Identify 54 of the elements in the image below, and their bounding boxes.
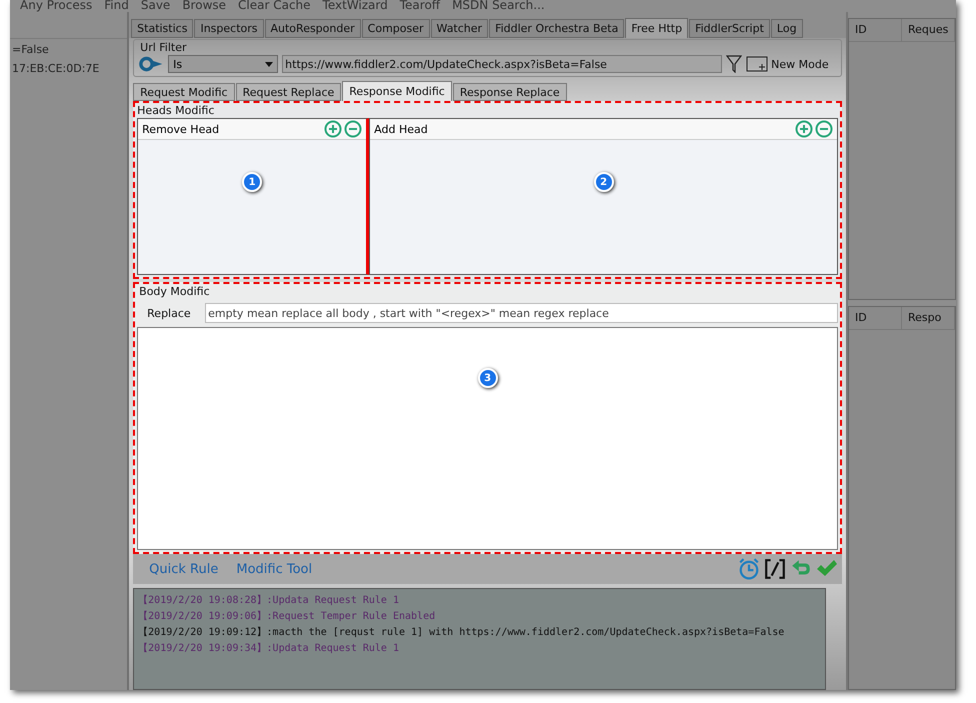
toolbar-button[interactable]: Browse	[182, 0, 226, 12]
callout-marker: 3	[478, 368, 498, 388]
group-title: Body Modific	[138, 284, 211, 299]
toolbar-button[interactable]: Find	[104, 0, 129, 12]
tab[interactable]: Statistics	[131, 19, 194, 38]
list-title: Add Head	[374, 122, 428, 136]
new-window-icon	[746, 56, 768, 72]
session-text: 17:EB:CE:0D:7E	[11, 61, 100, 77]
log-line: 【2019/2/20 19:09:06】:Request Temper Rule Enabled	[138, 610, 436, 623]
body-text-area[interactable]: 3	[137, 327, 838, 550]
toolbar-button[interactable]: Save	[140, 0, 170, 12]
field-label: Replace	[147, 306, 192, 320]
remove-icon[interactable]	[815, 120, 833, 138]
log-line: 【2019/2/20 19:09:34】:Updata Request Rule 1	[138, 642, 400, 655]
tab[interactable]: Request Replace	[236, 83, 342, 101]
log-line: 【2019/2/20 19:08:28】:Updata Request Rule 1	[138, 594, 400, 607]
bracket-slash-icon[interactable]	[764, 558, 786, 580]
add-icon[interactable]	[795, 120, 813, 138]
new-mode-button[interactable]: New Mode	[746, 56, 829, 72]
group-title: Heads Modific	[136, 103, 216, 118]
toolbar-button[interactable]: MSDN Search...	[452, 0, 545, 12]
tab[interactable]: Response Replace	[452, 83, 567, 101]
tab[interactable]: Composer	[362, 19, 430, 38]
callout-marker: 2	[594, 172, 614, 192]
key-icon	[138, 55, 164, 73]
column-header[interactable]: Respo	[902, 307, 955, 329]
toolbar-button[interactable]: TextWizard	[322, 0, 388, 12]
column-header[interactable]: ID	[849, 307, 902, 329]
tab[interactable]: Request Modific	[133, 83, 235, 101]
tab[interactable]: Inspectors	[194, 19, 264, 38]
tab[interactable]: Free Http	[625, 18, 688, 38]
tab[interactable]: Response Modific	[342, 81, 452, 101]
list-title: Remove Head	[142, 122, 220, 136]
add-icon[interactable]	[324, 120, 342, 138]
column-header[interactable]: Reques	[902, 19, 955, 41]
url-field[interactable]: https://www.fiddler2.com/UpdateCheck.aspx?isBeta=False	[282, 55, 722, 73]
tab[interactable]: Watcher	[430, 19, 488, 38]
column-header[interactable]: ID	[849, 19, 902, 41]
log-line: 【2019/2/20 19:09:12】:macth the [requst rule 1] with https://www.fiddler2.com/UpdateCheck.aspx?isBeta=False	[138, 626, 786, 639]
match-dropdown[interactable]: Is	[168, 55, 278, 73]
remove-icon[interactable]	[344, 120, 362, 138]
session-text: =False	[11, 42, 50, 58]
toolbar-button[interactable]: Tearoff	[400, 0, 440, 12]
group-title: Url Filter	[139, 40, 188, 55]
replace-field[interactable]: empty mean replace all body , start with "<regex>" mean regex replace	[205, 303, 838, 323]
toolbar-button[interactable]: Clear Cache	[238, 0, 311, 12]
callout-marker: 1	[242, 172, 262, 192]
filter-icon[interactable]	[726, 55, 742, 73]
tab[interactable]: AutoResponder	[264, 19, 361, 38]
caret-icon	[265, 62, 274, 66]
tab[interactable]: Fiddler Orchestra Beta	[489, 19, 624, 38]
toolbar-button[interactable]: Any Process	[20, 0, 92, 12]
tab[interactable]: FiddlerScript	[689, 19, 770, 38]
tab[interactable]: Log	[770, 19, 803, 38]
